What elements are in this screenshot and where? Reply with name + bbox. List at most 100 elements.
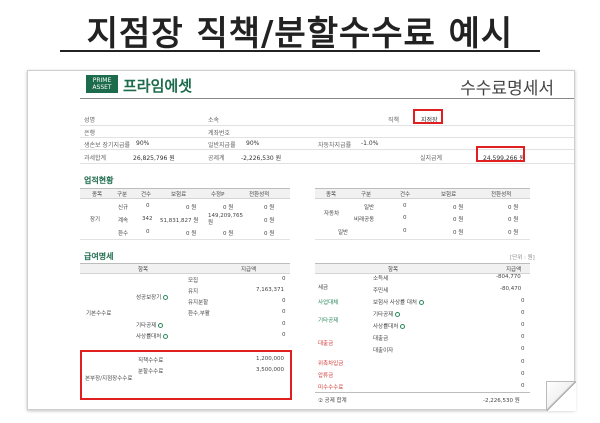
search-icon (163, 295, 169, 300)
pay-amount: -80,470 (500, 286, 522, 292)
col-header: 종목 (92, 192, 103, 198)
total-divider (315, 392, 530, 393)
pay-amount: 3,500,000 (256, 367, 284, 373)
col-header: 지급액 (506, 267, 522, 273)
table-cell: 0 원 (186, 205, 197, 211)
col-header: 보험료 (441, 192, 457, 198)
col-header: 종목 (326, 192, 337, 198)
pay-amount: 0 (521, 322, 525, 328)
pay-item: 환수,부활 (188, 311, 210, 317)
deduction-value: -2,226,530 원 (241, 155, 282, 162)
pay-amount: 7,163,371 (256, 287, 284, 293)
basic-fee-group: 기본수수료 (86, 311, 112, 317)
table-cell: 0 (403, 215, 407, 221)
general-rate-value: 90% (246, 140, 260, 147)
pay-amount: 0 (521, 334, 525, 340)
account-label: 계좌번호 (208, 130, 231, 137)
social-group: 사업대체 (318, 300, 339, 306)
pay-amount: 0 (521, 298, 525, 304)
pay-item: 대출금 (373, 336, 389, 342)
position-label: 직책 (388, 117, 400, 124)
table-cell: 0 (403, 228, 407, 234)
deduction-total-label: ② 공제 합계 (318, 398, 347, 404)
unit-note: [단위 : 원] (510, 255, 535, 261)
table-cell: 0 원 (223, 205, 234, 211)
col-header: 전환성적 (491, 192, 512, 198)
pay-amount: 0 (282, 321, 286, 327)
col-header: 보험료 (171, 192, 187, 198)
table-cell: 신규 (118, 205, 129, 211)
life-rate-value: 90% (136, 140, 150, 147)
table-cell: 342 (142, 216, 153, 222)
row-divider (80, 125, 574, 126)
deduction-row: 위촉차입금 (318, 361, 344, 367)
pay-amount: 0 (521, 310, 525, 316)
position-highlight (413, 109, 443, 124)
pay-item: 모집 (188, 278, 199, 284)
table-cell: 0 원 (264, 218, 275, 224)
page-curl (546, 381, 576, 411)
pay-item: 소득세 (373, 276, 389, 282)
table-cell: 일반 (364, 205, 375, 211)
taxable-total-value: 26,825,796 원 (133, 155, 175, 162)
pay-item: 유지 (188, 289, 199, 295)
life-rate-label: 생손보 장기지급률 (84, 142, 131, 149)
deduction-total-value: -2,226,530 원 (483, 398, 520, 404)
pay-item: 직책수수료 (138, 358, 164, 364)
page-title: 지점장 직책/분할수수료 예시 (86, 14, 514, 54)
statement-document: PRIME ASSET 프라임에셋 수수료명세서 성명 소속 직책 지점장 은행 … (27, 70, 575, 410)
col-header: 구분 (361, 192, 372, 198)
table-cell: 0 원 (508, 230, 519, 236)
pay-amount: 0 (282, 332, 286, 338)
performance-section-title: 업적현황 (84, 176, 114, 185)
table-cell: 0 원 (453, 230, 464, 236)
search-icon (163, 334, 169, 339)
pay-amount: 0 (282, 276, 286, 282)
pay-amount: 0 (282, 298, 286, 304)
affiliation-label: 소속 (208, 117, 220, 124)
col-header: 수정P (211, 192, 225, 198)
title-underline (60, 50, 540, 52)
pay-item: 주민세 (373, 288, 389, 294)
other-deduction-group: 기타공제 (318, 318, 339, 324)
net-pay-highlight (476, 146, 525, 162)
table-cell: 51,831,827 원 (160, 218, 199, 224)
search-icon (158, 323, 164, 328)
pay-right-header (315, 263, 530, 274)
pay-section-title: 급여명세 (84, 252, 114, 261)
bank-label: 은행 (84, 130, 96, 137)
header-divider (80, 98, 574, 99)
col-header: 건수 (400, 192, 411, 198)
pay-item: 기타공제 (373, 310, 401, 318)
pay-amount: 0 (521, 346, 525, 352)
pay-amount: 1,200,000 (256, 356, 284, 362)
table-cell: 0 원 (453, 205, 464, 211)
search-icon (418, 300, 424, 305)
tax-group: 세금 (318, 285, 329, 291)
document-title: 수수료명세서 (460, 79, 554, 99)
pay-item: 분할수수료 (138, 369, 164, 375)
table-cell: 비래공동 (354, 217, 375, 223)
deduction-label: 공제계 (208, 155, 225, 162)
pay-left-header (80, 263, 290, 274)
pay-item: 사상률대처 (136, 332, 169, 340)
prime-asset-logo: PRIME ASSET (86, 75, 118, 93)
table-cell: 환수 (118, 231, 129, 237)
table-cell: 일반 (338, 230, 349, 236)
table-cell: 0 원 (264, 205, 275, 211)
pay-item: 보험사 사상률 대처 (373, 298, 424, 306)
taxable-total-label: 과세합계 (84, 155, 107, 162)
table-cell: 계속 (118, 218, 129, 224)
row-divider (80, 163, 574, 164)
pay-item: 사상률대처 (373, 322, 406, 330)
perf-guarantee-group: 성공보장기 (136, 293, 169, 301)
name-label: 성명 (84, 117, 96, 124)
col-header: 항목 (388, 267, 399, 273)
table-cell: 0 원 (223, 231, 234, 237)
table-cell: 0 원 (186, 231, 197, 237)
net-pay-label: 실지급계 (420, 155, 443, 162)
pay-item: 대출이자 (373, 348, 394, 354)
col-header: 건수 (141, 192, 152, 198)
pay-item: 기타공제 (136, 321, 164, 329)
row-divider (80, 239, 290, 240)
